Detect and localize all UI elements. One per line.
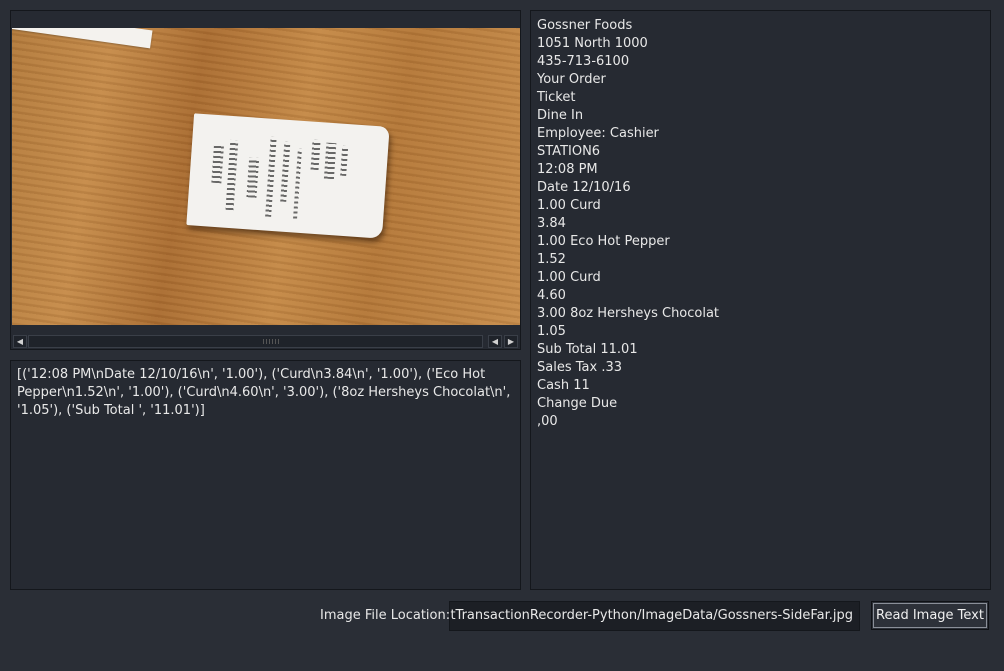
scroll-left-icon-2[interactable]: ◀ (488, 335, 502, 348)
horizontal-scrollbar[interactable]: ◀ ◀ ▶ (12, 333, 520, 349)
ocr-line: 1.00 Curd (537, 198, 601, 213)
ocr-line: Employee: Cashier (537, 126, 659, 141)
file-path-text: eiptTransactionRecorder-Python/ImageData… (449, 608, 853, 623)
scroll-right-icon[interactable]: ▶ (504, 335, 518, 348)
ocr-line: 1.00 Eco Hot Pepper (537, 234, 670, 249)
parsed-transactions-text: [('12:08 PM\nDate 12/10/16\n', '1.00'), … (17, 367, 515, 418)
image-preview-panel: ◀ ◀ ▶ (10, 10, 521, 350)
scrollbar-grip-icon[interactable] (263, 339, 281, 344)
ocr-line: 435-713-6100 (537, 54, 630, 69)
ocr-line: 1051 North 1000 (537, 36, 648, 51)
ocr-line: Change Due (537, 396, 618, 411)
ocr-line: 3.84 (537, 216, 566, 231)
ocr-line: Sub Total 11.01 (537, 342, 638, 357)
ocr-text-lines: Gossner Foods 1051 North 1000 435-713-6100… (537, 17, 719, 431)
file-location-input[interactable]: eiptTransactionRecorder-Python/ImageData… (449, 601, 860, 631)
ocr-line: 12:08 PM (537, 162, 598, 177)
ocr-line: 1.00 Curd (537, 270, 601, 285)
ocr-text-panel[interactable]: Gossner Foods 1051 North 1000 435-713-6100… (530, 10, 991, 590)
ocr-line: Your Order (537, 72, 606, 87)
ocr-line: Date 12/10/16 (537, 180, 631, 195)
scrollbar-track[interactable] (28, 335, 483, 348)
read-image-text-button[interactable]: Read Image Text (871, 601, 989, 630)
ocr-line: ,00 (537, 414, 558, 429)
ocr-line: Sales Tax .33 (537, 360, 622, 375)
ocr-line: Dine In (537, 108, 584, 123)
parsed-transactions-panel[interactable]: [('12:08 PM\nDate 12/10/16\n', '1.00'), … (10, 360, 521, 590)
ocr-line: Gossner Foods (537, 18, 633, 33)
ocr-line: 1.52 (537, 252, 566, 267)
ocr-line: 3.00 8oz Hersheys Chocolat (537, 306, 720, 321)
scroll-left-icon[interactable]: ◀ (13, 335, 27, 348)
ocr-line: Ticket (537, 90, 576, 105)
ocr-line: 1.05 (537, 324, 566, 339)
receipt-photo (12, 28, 520, 325)
ocr-line: 4.60 (537, 288, 566, 303)
ocr-line: STATION6 (537, 144, 601, 159)
file-location-label: Image File Location: (320, 608, 451, 623)
receipt-image (186, 113, 390, 239)
ocr-line: Cash 11 (537, 378, 590, 393)
